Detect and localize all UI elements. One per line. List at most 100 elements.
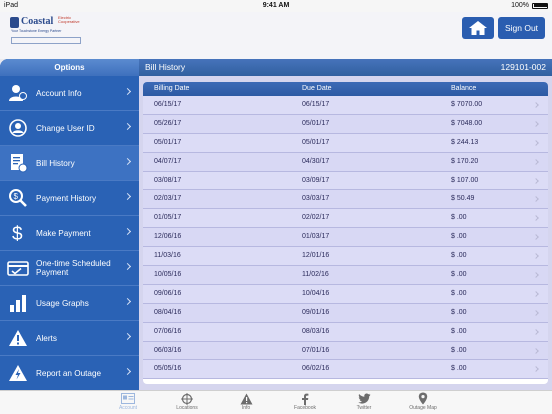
chevron-right-icon [533, 291, 539, 297]
sidebar-item-label: Bill History [36, 158, 75, 168]
sidebar-item-scheduled-payment[interactable]: One-time Scheduled Payment [0, 251, 139, 286]
user-id-icon [0, 119, 36, 137]
sidebar-item-label: Usage Graphs [36, 298, 89, 308]
table-row[interactable]: 06/15/17 06/15/17 $ 7070.00 [143, 96, 548, 115]
due-date-cell: 10/04/16 [302, 289, 330, 297]
chevron-right-icon [533, 253, 539, 259]
status-bar: iPad 9:41 AM 100% [0, 0, 552, 12]
tab-twitter[interactable]: Twitter [342, 392, 386, 411]
options-sidebar: Options Account Info Change User ID Bill… [0, 59, 139, 390]
billing-date-cell: 03/08/17 [154, 176, 182, 184]
tab-label: Info [241, 405, 251, 411]
sidebar-title: Options [0, 59, 139, 76]
column-header-due-date: Due Date [302, 85, 332, 92]
tab-label: Account [118, 405, 138, 411]
sidebar-item-alerts[interactable]: Alerts [0, 321, 139, 356]
chevron-right-icon [533, 366, 539, 373]
logo-mark-icon [10, 17, 19, 28]
billing-date-cell: 10/05/16 [154, 271, 182, 279]
balance-cell: $ .00 [451, 252, 467, 260]
table-row[interactable]: 02/03/17 03/03/17 $ 50.49 [143, 190, 548, 210]
table-row[interactable]: 11/03/16 12/01/16 $ .00 [143, 247, 548, 267]
tab-facebook[interactable]: Facebook [283, 392, 327, 411]
table-row[interactable]: 01/05/17 02/02/17 $ .00 [143, 209, 548, 229]
svg-text:$: $ [14, 192, 19, 201]
table-row[interactable]: 05/01/17 05/01/17 $ 244.13 [143, 133, 548, 153]
table-row[interactable]: 09/06/16 10/04/16 $ .00 [143, 284, 548, 304]
page-title: Bill History [145, 62, 186, 72]
sidebar-item-make-payment[interactable]: $ Make Payment [0, 216, 139, 251]
billing-date-cell: 06/03/16 [154, 346, 182, 354]
sidebar-item-label: Change User ID [36, 123, 95, 133]
panel-header: Bill History 129101-002 [139, 59, 552, 76]
tab-outage-map[interactable]: Outage Map [401, 392, 445, 411]
chevron-right-icon [533, 102, 539, 108]
map-pin-icon [401, 392, 445, 405]
due-date-cell: 08/03/16 [302, 327, 330, 335]
table-row[interactable]: 12/06/16 01/03/17 $ .00 [143, 228, 548, 248]
table-row[interactable]: 06/03/16 07/01/16 $ .00 [143, 341, 548, 361]
table-row[interactable]: 05/05/16 06/02/16 $ .00 [143, 360, 548, 380]
table-row[interactable]: 08/04/16 09/01/16 $ .00 [143, 303, 548, 323]
billing-date-cell: 02/03/17 [154, 195, 182, 203]
table-row[interactable]: 07/06/16 08/03/16 $ .00 [143, 322, 548, 342]
table-row[interactable]: 05/26/17 05/01/17 $ 7048.00 [143, 114, 548, 134]
balance-cell: $ 7070.00 [451, 101, 483, 108]
tab-locations[interactable]: Locations [165, 392, 209, 411]
alert-icon [0, 329, 36, 347]
account-info-icon [0, 84, 36, 102]
due-date-cell: 12/01/16 [302, 252, 330, 260]
balance-cell: $ 170.20 [451, 157, 479, 165]
table-row[interactable]: 10/05/16 11/02/16 $ .00 [143, 266, 548, 285]
sidebar-item-payment-history[interactable]: $ Payment History [0, 181, 139, 216]
clock: 9:41 AM [262, 2, 290, 9]
column-header-billing-date: Billing Date [154, 85, 190, 92]
chevron-right-icon [533, 121, 539, 127]
billing-date-cell: 06/15/17 [154, 101, 182, 108]
tab-account[interactable]: Account [106, 392, 150, 411]
tab-label: Locations [176, 405, 198, 411]
sidebar-item-label: Payment History [36, 193, 97, 203]
sign-out-button[interactable]: Sign Out [498, 17, 545, 39]
billing-date-cell: 05/05/16 [154, 365, 182, 373]
home-button[interactable] [462, 17, 494, 39]
due-date-cell: 03/09/17 [302, 176, 330, 184]
table-row[interactable]: 03/08/17 03/09/17 $ 107.00 [143, 171, 548, 191]
svg-text:$: $ [12, 224, 23, 243]
app-header: Coastal Electric Cooperative Your Touchs… [0, 12, 552, 59]
balance-cell: $ 244.13 [451, 138, 479, 146]
chevron-right-icon [533, 234, 539, 241]
balance-cell: $ .00 [451, 346, 467, 354]
sidebar-item-label: One-time Scheduled Payment [36, 259, 111, 277]
table-body: 06/15/17 06/15/17 $ 7070.00 05/26/17 05/01/1… [143, 96, 548, 380]
due-date-cell: 07/01/16 [302, 346, 330, 354]
billing-date-cell: 12/06/16 [154, 233, 182, 241]
billing-date-cell: 08/04/16 [154, 308, 182, 316]
tab-label: Twitter [356, 405, 372, 411]
balance-cell: $ .00 [451, 214, 467, 222]
due-date-cell: 02/02/17 [302, 214, 330, 222]
billing-date-cell: 09/06/16 [154, 289, 182, 297]
billing-date-cell: 01/05/17 [154, 214, 182, 222]
info-warning-icon [224, 392, 268, 405]
sidebar-item-label: Alerts [36, 333, 57, 343]
due-date-cell: 04/30/17 [302, 157, 330, 165]
chevron-right-icon [533, 196, 539, 203]
sidebar-item-usage-graphs[interactable]: Usage Graphs [0, 286, 139, 321]
sidebar-item-bill-history[interactable]: Bill History [0, 146, 139, 181]
sidebar-item-change-user-id[interactable]: Change User ID [0, 111, 139, 146]
bill-history-table: Billing Date Due Date Balance 06/15/17 06… [143, 82, 548, 384]
battery-percent: 100% [511, 2, 529, 9]
billing-date-cell: 11/03/16 [154, 252, 181, 260]
tab-label: Outage Map [409, 405, 437, 411]
billing-date-cell: 07/06/16 [154, 327, 182, 335]
due-date-cell: 06/02/16 [302, 365, 330, 373]
sidebar-item-account-info[interactable]: Account Info [0, 76, 139, 111]
sidebar-item-report-outage[interactable]: Report an Outage [0, 356, 139, 390]
due-date-cell: 11/02/16 [302, 271, 329, 279]
table-row[interactable]: 04/07/17 04/30/17 $ 170.20 [143, 152, 548, 172]
scheduled-payment-icon [0, 259, 36, 277]
tab-info[interactable]: Info [224, 392, 268, 411]
due-date-cell: 05/01/17 [302, 119, 330, 127]
coastal-logo: Coastal Electric Cooperative Your Touchs… [8, 15, 88, 57]
